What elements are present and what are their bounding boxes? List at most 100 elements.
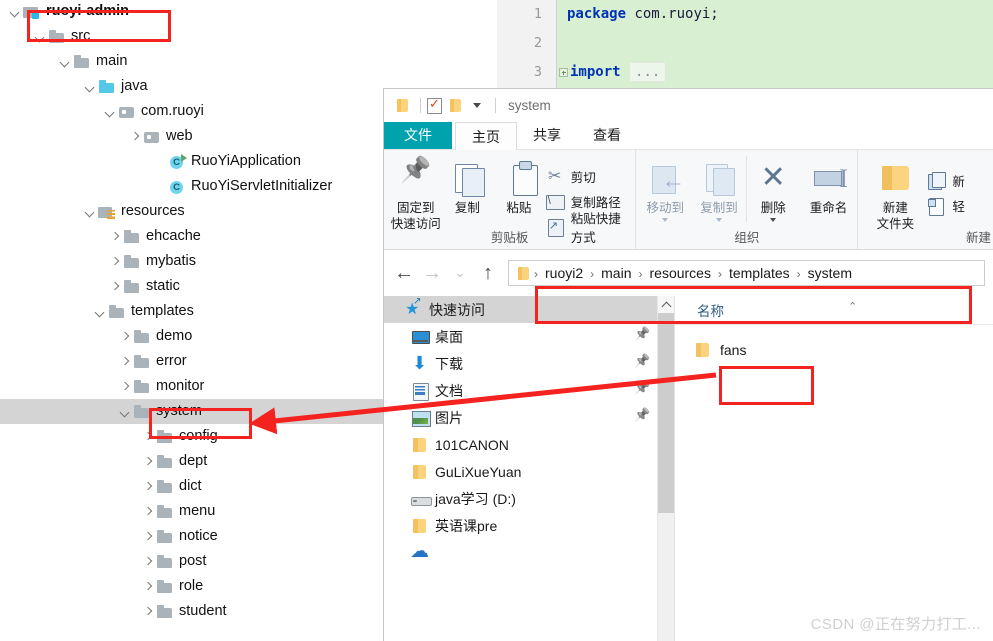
pin-to-quick-access-button[interactable]: 固定到 快速访问: [390, 156, 442, 232]
chevron-right-icon[interactable]: [140, 479, 156, 495]
chevron-right-icon[interactable]: [117, 379, 133, 395]
recent-locations-button[interactable]: ⌄: [446, 259, 474, 287]
easy-access-button[interactable]: 轻: [926, 193, 973, 218]
tree-item-ruoyi-admin[interactable]: ruoyi-admin: [0, 0, 497, 24]
ribbon-body[interactable]: 固定到 快速访问 复制 粘贴 剪切: [384, 150, 993, 250]
chevron-down-icon[interactable]: [473, 103, 481, 108]
nav-item-1[interactable]: 下载: [384, 350, 674, 377]
chevron-down-icon[interactable]: [32, 29, 48, 45]
column-header-row[interactable]: 名称 ⌃: [675, 296, 993, 325]
file-list-item[interactable]: fans: [675, 337, 993, 363]
chevron-down-icon[interactable]: [82, 204, 98, 220]
nav-item-3[interactable]: 图片: [384, 404, 674, 431]
back-button[interactable]: ←: [390, 259, 418, 287]
cut-button[interactable]: 剪切: [545, 164, 636, 189]
chevron-right-icon[interactable]: [107, 229, 123, 245]
button-label-line1: 固定到: [397, 201, 435, 215]
quick-access-header[interactable]: 快速访问: [384, 296, 674, 323]
tree-item-label: config: [179, 428, 218, 444]
file-rows[interactable]: fans: [675, 337, 993, 363]
chevron-down-icon[interactable]: [117, 404, 133, 420]
chevron-right-icon[interactable]: [117, 354, 133, 370]
new-folder-quick-icon[interactable]: [446, 96, 465, 115]
ribbon-tab-strip[interactable]: 文件 主页 共享 查看: [384, 121, 993, 150]
fold-expand-icon[interactable]: [559, 67, 568, 77]
tree-item-main[interactable]: main: [0, 49, 497, 74]
nav-item-8[interactable]: [384, 539, 674, 566]
pin-icon[interactable]: [634, 410, 648, 424]
pin-icon[interactable]: [634, 383, 648, 397]
chevron-down-icon[interactable]: [82, 79, 98, 95]
pin-icon[interactable]: [634, 329, 648, 343]
navigation-scrollbar[interactable]: [657, 296, 674, 641]
breadcrumb[interactable]: › ruoyi2 › main › resources › templates › system: [508, 260, 985, 286]
chevron-right-icon[interactable]: [140, 429, 156, 445]
breadcrumb-item-1[interactable]: main: [597, 265, 635, 281]
chevron-right-icon[interactable]: [127, 129, 143, 145]
tree-item-label: student: [179, 603, 227, 619]
column-header-name[interactable]: 名称: [675, 300, 724, 320]
file-list-pane[interactable]: 名称 ⌃ fans: [674, 296, 993, 641]
move-to-button[interactable]: 移动到: [638, 156, 700, 222]
scrollbar-thumb[interactable]: [658, 313, 674, 513]
new-folder-button[interactable]: 新建 文件夹: [864, 156, 926, 232]
chevron-right-icon[interactable]: [140, 579, 156, 595]
up-button[interactable]: ↑: [474, 259, 502, 287]
breadcrumb-item-4[interactable]: system: [804, 265, 856, 281]
nav-item-label: 桌面: [435, 328, 463, 345]
chevron-right-icon[interactable]: [140, 504, 156, 520]
breadcrumb-item-3[interactable]: templates: [725, 265, 794, 281]
navigation-pane[interactable]: 快速访问桌面下载文档图片 101CANON GuLiXueYuan java学习 (D…: [384, 296, 674, 641]
chevron-down-icon[interactable]: [57, 54, 73, 70]
nav-item-0[interactable]: 桌面: [384, 323, 674, 350]
no-chevron: [152, 154, 168, 170]
chevron-down-icon[interactable]: [715, 218, 722, 222]
code-editor-panel[interactable]: 1 2 3 package com.ruoyi; import ...: [497, 0, 993, 88]
ribbon-tab-3[interactable]: 查看: [577, 121, 637, 149]
button-label: 复制到: [700, 201, 738, 215]
file-explorer-window[interactable]: system 文件主页共享查看 固定到 快速访问 复制 粘贴: [383, 88, 993, 641]
chevron-down-icon[interactable]: [102, 104, 118, 120]
toolbar-divider: [495, 98, 496, 113]
chevron-down-icon[interactable]: [92, 304, 108, 320]
easy-access-icon: [926, 197, 946, 216]
chevron-right-icon[interactable]: [107, 279, 123, 295]
folder-icon: [156, 479, 174, 495]
chevron-right-icon[interactable]: [107, 254, 123, 270]
navigation-list[interactable]: 快速访问桌面下载文档图片 101CANON GuLiXueYuan java学习 (D…: [384, 296, 674, 566]
chevron-down-icon[interactable]: [770, 218, 777, 222]
chevron-right-icon[interactable]: [140, 604, 156, 620]
paste-button[interactable]: 粘贴: [493, 156, 545, 216]
chevron-right-icon[interactable]: [140, 554, 156, 570]
chevron-down-icon[interactable]: [7, 4, 23, 20]
breadcrumb-item-2[interactable]: resources: [646, 265, 715, 281]
indent-spacer: [0, 336, 117, 337]
properties-icon[interactable]: [427, 96, 442, 114]
pin-icon[interactable]: [634, 356, 648, 370]
chevron-right-icon[interactable]: [140, 454, 156, 470]
tree-item-src[interactable]: src: [0, 24, 497, 49]
nav-item-4[interactable]: 101CANON: [384, 431, 674, 458]
copy-button[interactable]: 复制: [442, 156, 494, 216]
breadcrumb-items[interactable]: › ruoyi2 › main › resources › templates › system: [531, 261, 856, 285]
nav-item-5[interactable]: GuLiXueYuan: [384, 458, 674, 485]
chevron-right-icon[interactable]: [117, 329, 133, 345]
copy-to-button[interactable]: 复制到: [692, 156, 746, 222]
chevron-down-icon[interactable]: [662, 218, 669, 222]
breadcrumb-item-0[interactable]: ruoyi2: [541, 265, 587, 281]
scroll-up-button[interactable]: [658, 296, 674, 313]
delete-button[interactable]: 删除: [745, 156, 800, 222]
ribbon-tab-1[interactable]: 主页: [455, 122, 517, 150]
chevron-right-icon[interactable]: [140, 529, 156, 545]
collapsed-imports[interactable]: ...: [629, 62, 667, 82]
rename-button[interactable]: 重命名: [800, 156, 858, 216]
ribbon-tab-0[interactable]: 文件: [384, 121, 452, 149]
forward-button[interactable]: →: [418, 259, 446, 287]
tree-item-label: notice: [179, 528, 218, 544]
ribbon-tab-2[interactable]: 共享: [517, 121, 577, 149]
line-number: 2: [533, 35, 542, 51]
nav-item-2[interactable]: 文档: [384, 377, 674, 404]
nav-item-6[interactable]: java学习 (D:): [384, 485, 674, 512]
nav-item-7[interactable]: 英语课pre: [384, 512, 674, 539]
new-item-button[interactable]: 新: [926, 168, 973, 193]
